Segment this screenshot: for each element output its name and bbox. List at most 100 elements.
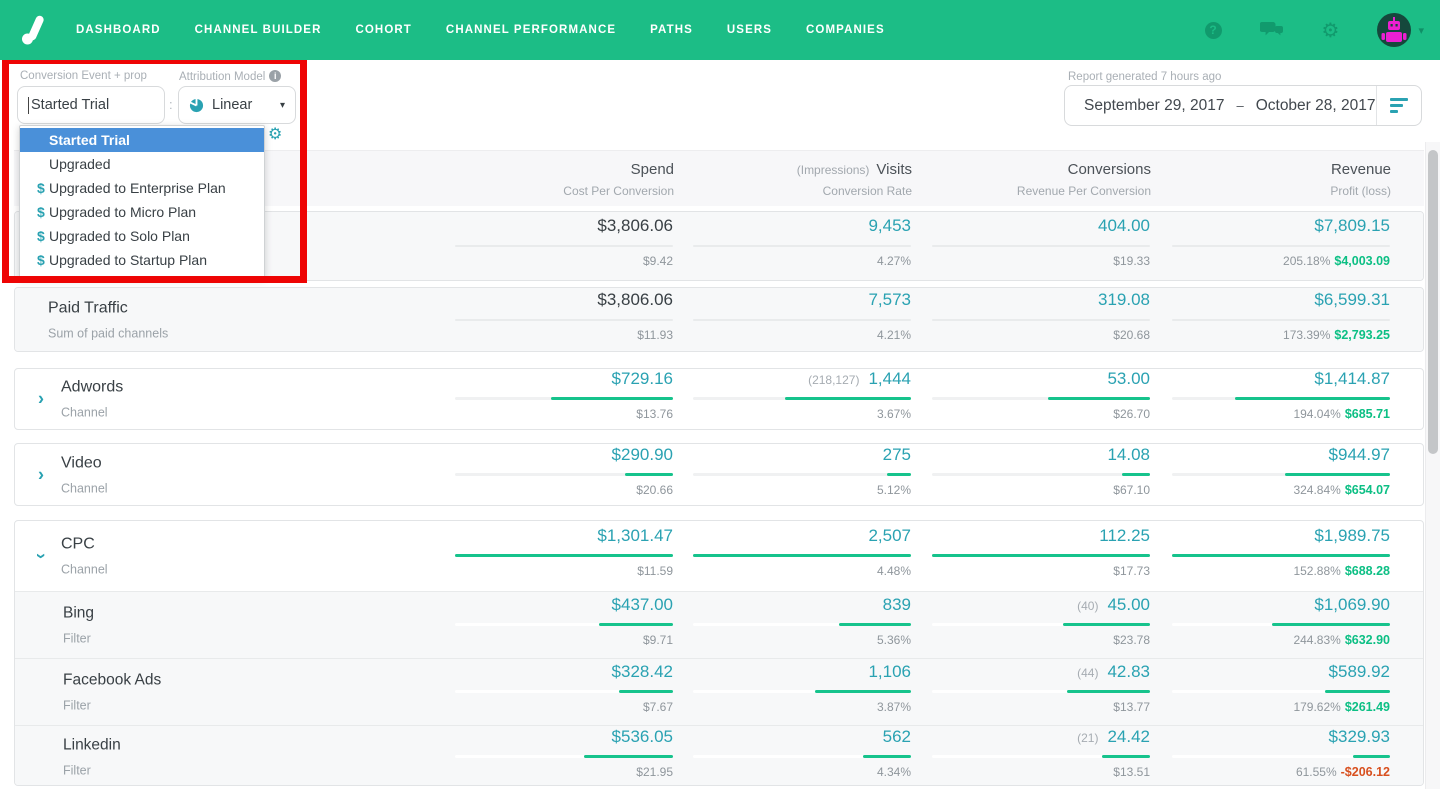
- conversions-cell: (40) 45.00 $23.78: [932, 595, 1150, 655]
- visits-cell: 839 5.36%: [693, 595, 911, 655]
- settings-gear-icon[interactable]: ⚙: [1322, 20, 1340, 40]
- spend-value: $290.90: [611, 444, 673, 464]
- header-visits-text: Visits: [876, 160, 912, 178]
- chevron-right-icon[interactable]: ›: [38, 464, 44, 485]
- cost-per-conversion: $11.59: [637, 564, 673, 578]
- chat-icon[interactable]: [1259, 21, 1284, 39]
- roi-percent: 61.55%: [1295, 765, 1337, 779]
- conversion-event-input[interactable]: Started Trial: [17, 86, 165, 124]
- report-filter-button[interactable]: [1376, 86, 1421, 125]
- account-menu[interactable]: ▾: [1377, 13, 1424, 47]
- header-visits-label: (Impressions) Visits: [797, 161, 912, 178]
- profit-value: $685.71: [1344, 407, 1390, 421]
- table-row-bing[interactable]: Bing Filter $437.00 $9.71 839 5.36% (40) 4…: [15, 591, 1423, 658]
- header-conversions[interactable]: Conversions Revenue Per Conversion: [933, 149, 1151, 209]
- conversion-event-dropdown: Started Trial Upgraded $ Upgraded to Ente…: [19, 125, 265, 278]
- dropdown-item-upgraded-solo[interactable]: $ Upgraded to Solo Plan: [20, 224, 264, 248]
- dropdown-item-upgraded-micro[interactable]: $ Upgraded to Micro Plan: [20, 200, 264, 224]
- table-row-paid-traffic[interactable]: Paid Traffic Sum of paid channels $3,806.…: [14, 287, 1424, 352]
- metric-bar: [598, 623, 673, 626]
- header-revenue[interactable]: Revenue Profit (loss): [1173, 149, 1391, 209]
- nav-item-cohort[interactable]: COHORT: [355, 24, 411, 36]
- table-row-adwords[interactable]: › Adwords Channel $729.16 $13.76 (218,127…: [14, 368, 1424, 430]
- visits-value: 562: [882, 727, 911, 746]
- revenue-cell: $6,599.31 173.39% $2,793.25: [1172, 290, 1390, 350]
- header-revenue-label: Revenue: [1330, 160, 1391, 178]
- scrollbar-thumb[interactable]: [1428, 150, 1438, 454]
- metric-bar: [1172, 554, 1390, 557]
- nav-item-channel-builder[interactable]: CHANNEL BUILDER: [195, 24, 322, 36]
- row-name: Bing: [63, 604, 95, 622]
- dropdown-item-upgraded[interactable]: Upgraded: [20, 152, 264, 176]
- metric-track: [932, 318, 1150, 321]
- row-name: Facebook Ads: [63, 671, 162, 689]
- dropdown-item-upgraded-enterprise[interactable]: $ Upgraded to Enterprise Plan: [20, 176, 264, 200]
- dropdown-item-started-trial[interactable]: Started Trial: [20, 128, 264, 152]
- metric-bar: [1352, 755, 1390, 758]
- conversions-cell: 14.08 $67.10: [932, 445, 1150, 505]
- metric-track: [455, 318, 673, 321]
- metric-bar: [1235, 397, 1390, 400]
- scrollbar-track[interactable]: [1425, 142, 1440, 789]
- row-type: Channel: [61, 405, 108, 420]
- conversions-value: 42.83: [1107, 662, 1150, 681]
- spend-cell: $290.90 $20.66: [455, 445, 673, 505]
- report-generated-label: Report generated 7 hours ago: [1068, 71, 1222, 83]
- nav-item-companies[interactable]: COMPANIES: [806, 24, 885, 36]
- table-row-facebook-ads[interactable]: Facebook Ads Filter $328.42 $7.67 1,106 3…: [15, 658, 1423, 725]
- report-settings-gear-icon[interactable]: ⚙: [268, 124, 282, 143]
- assists-value: (21): [1077, 731, 1099, 745]
- metric-bar: [1121, 472, 1150, 476]
- table-row-video[interactable]: › Video Channel $290.90 $20.66 275 5.12% …: [14, 443, 1424, 506]
- chevron-down-icon[interactable]: ▾: [1418, 24, 1424, 37]
- visits-value: 275: [882, 444, 911, 464]
- avatar[interactable]: [1377, 13, 1412, 47]
- metric-track: [932, 245, 1150, 247]
- row-type: Sum of paid channels: [48, 326, 169, 340]
- date-range-picker[interactable]: September 29, 2017 – October 28, 2017: [1064, 85, 1422, 126]
- conversions-value: 112.25: [1099, 526, 1150, 545]
- spend-value: $1,301.47: [597, 526, 673, 545]
- spend-cell: $536.05 $21.95: [455, 727, 673, 785]
- visits-cell: (218,127) 1,444 3.67%: [693, 369, 911, 429]
- assists-value: (44): [1077, 666, 1099, 680]
- nav-item-paths[interactable]: PATHS: [650, 24, 693, 36]
- chevron-down-icon[interactable]: ›: [31, 553, 52, 559]
- spend-cell: $1,301.47 $11.59: [455, 526, 673, 586]
- profit-value: $261.49: [1344, 700, 1390, 714]
- attribution-model-select[interactable]: Linear ▾: [178, 86, 296, 124]
- conversions-cell: 112.25 $17.73: [932, 526, 1150, 586]
- nav-item-channel-performance[interactable]: CHANNEL PERFORMANCE: [446, 24, 616, 36]
- metric-track: [693, 472, 911, 476]
- cost-per-conversion: $20.66: [636, 482, 673, 497]
- metric-track: [693, 245, 911, 247]
- table-row-cpc[interactable]: › CPC Channel $1,301.47 $11.59 2,507 4.48…: [15, 521, 1423, 591]
- spend-cell: $328.42 $7.67: [455, 662, 673, 722]
- conversions-cell: 404.00 $19.33: [932, 216, 1150, 276]
- dollar-icon: $: [37, 180, 45, 196]
- revenue-per-conversion: $20.68: [1113, 327, 1150, 342]
- dropdown-item-upgraded-startup[interactable]: $ Upgraded to Startup Plan: [20, 248, 264, 272]
- conversion-rate: 4.21%: [876, 327, 911, 342]
- attribution-logo[interactable]: [20, 14, 46, 46]
- revenue-value: $589.92: [1328, 662, 1390, 681]
- row-type: Filter: [63, 698, 91, 713]
- header-spend[interactable]: Spend Cost Per Conversion: [456, 149, 674, 209]
- nav-item-users[interactable]: USERS: [727, 24, 772, 36]
- nav-menu: DASHBOARD CHANNEL BUILDER COHORT CHANNEL…: [76, 24, 885, 36]
- attribution-model-label: Attribution Model i: [179, 70, 282, 83]
- row-name: Video: [61, 454, 102, 471]
- pie-chart-icon: [189, 97, 204, 112]
- conversion-rate: 4.48%: [876, 564, 911, 578]
- filter-icon: [1390, 110, 1398, 113]
- table-row-linkedin[interactable]: Linkedin Filter $536.05 $21.95 562 4.34% …: [15, 725, 1423, 785]
- row-name: Paid Traffic: [48, 299, 128, 316]
- spend-cell: $3,806.06 $9.42: [455, 216, 673, 276]
- nav-item-dashboard[interactable]: DASHBOARD: [76, 24, 161, 36]
- chevron-right-icon[interactable]: ›: [38, 389, 44, 410]
- roi-percent: 179.62%: [1293, 700, 1341, 714]
- header-visits[interactable]: (Impressions) Visits Conversion Rate: [694, 149, 912, 209]
- help-icon[interactable]: ?: [1204, 21, 1222, 39]
- info-icon[interactable]: i: [269, 70, 282, 82]
- dollar-icon: $: [37, 204, 45, 220]
